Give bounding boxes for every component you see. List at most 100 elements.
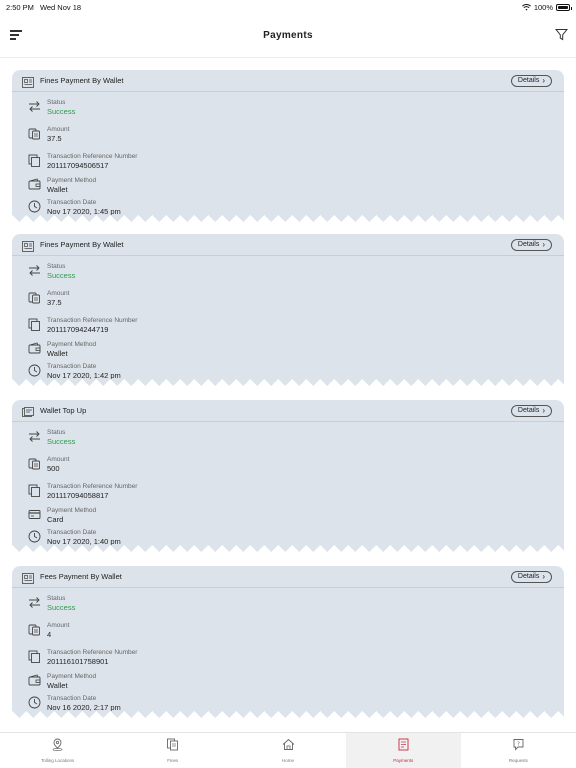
payments-list[interactable]: Fines Payment By Wallet Details › Status… xyxy=(0,58,576,732)
reference-row: Transaction Reference Number 20111709405… xyxy=(28,482,137,500)
transfer-arrows-icon xyxy=(28,100,41,113)
payment-title: Fines Payment By Wallet xyxy=(40,76,124,85)
payment-title: Wallet Top Up xyxy=(40,406,87,415)
amount-label: Amount xyxy=(47,622,70,629)
transfer-arrows-icon xyxy=(28,264,41,277)
details-button[interactable]: Details › xyxy=(510,570,552,583)
location-pin-icon xyxy=(51,738,64,756)
tab-tolling-locations[interactable]: Tolling Locations xyxy=(0,733,115,768)
home-icon xyxy=(282,738,295,756)
amount-value: 37.5 xyxy=(47,298,62,307)
battery-icon xyxy=(556,3,572,11)
method-value: Card xyxy=(47,515,64,524)
svg-text:?: ? xyxy=(517,742,520,748)
status-value: Success xyxy=(47,271,76,280)
tab-requests[interactable]: ? Requests xyxy=(461,733,576,768)
reference-value: 201116101758901 xyxy=(47,657,109,666)
filter-icon[interactable] xyxy=(555,28,568,41)
details-label: Details xyxy=(517,407,540,414)
status-label: Status xyxy=(47,99,66,106)
wallet-icon xyxy=(28,342,41,355)
status-label: Status xyxy=(47,429,66,436)
details-label: Details xyxy=(517,77,540,84)
tab-home[interactable]: Home xyxy=(230,733,345,768)
amount-value: 4 xyxy=(47,630,52,639)
wallet-icon xyxy=(28,178,41,191)
reference-label: Transaction Reference Number xyxy=(47,483,138,490)
chevron-right-icon: › xyxy=(542,405,545,415)
date-label: Transaction Date xyxy=(47,529,97,536)
reference-value: 201117094058817 xyxy=(47,491,109,500)
tab-label: Requests xyxy=(508,758,528,763)
details-button[interactable]: Details › xyxy=(510,74,552,87)
payment-card-header: Wallet Top Up Details › xyxy=(12,400,564,422)
transfer-arrows-icon xyxy=(28,430,41,443)
payment-card-header: Fines Payment By Wallet Details › xyxy=(12,70,564,92)
status-value: Success xyxy=(47,437,76,446)
status-bar: 2:50 PM Wed Nov 18 100% xyxy=(0,0,576,14)
reference-label: Transaction Reference Number xyxy=(47,317,138,324)
reference-row: Transaction Reference Number 20111709450… xyxy=(28,152,137,170)
fines-document-icon xyxy=(166,738,179,756)
method-label: Payment Method xyxy=(47,507,97,514)
requests-icon: ? xyxy=(512,738,525,756)
method-value: Wallet xyxy=(47,349,68,358)
nav-bar: Payments xyxy=(0,14,576,58)
reference-value: 201117094506517 xyxy=(47,161,109,170)
coins-icon xyxy=(28,127,41,140)
amount-row: Amount 4 xyxy=(28,621,69,639)
date-row: Transaction Date Nov 17 2020, 1:40 pm xyxy=(28,528,121,546)
status-row: Status Success xyxy=(28,98,75,116)
method-row: Payment Method Wallet xyxy=(28,672,96,690)
tab-label: Fines xyxy=(167,758,179,763)
details-button[interactable]: Details › xyxy=(510,404,552,417)
chevron-right-icon: › xyxy=(542,571,545,581)
tab-payments[interactable]: Payments xyxy=(345,733,461,768)
details-label: Details xyxy=(517,241,540,248)
reference-row: Transaction Reference Number 20111610175… xyxy=(28,648,137,666)
method-row: Payment Method Wallet xyxy=(28,176,96,194)
date-label: Transaction Date xyxy=(47,199,97,206)
status-row: Status Success xyxy=(28,428,75,446)
date-value: Nov 17 2020, 1:40 pm xyxy=(47,537,121,546)
tab-bar: Tolling Locations Fines Home Payments? R… xyxy=(0,732,576,768)
method-label: Payment Method xyxy=(47,341,97,348)
clock-icon xyxy=(28,696,41,709)
page-title: Payments xyxy=(263,30,313,41)
method-row: Payment Method Card xyxy=(28,506,96,524)
tab-label: Tolling Locations xyxy=(40,758,75,763)
payment-card[interactable]: Wallet Top Up Details › Status Success A… xyxy=(12,400,564,552)
receipt-icon xyxy=(22,239,34,252)
clock-icon xyxy=(28,364,41,377)
wallet-icon xyxy=(28,674,41,687)
status-row: Status Success xyxy=(28,262,75,280)
clock-icon xyxy=(28,530,41,543)
payments-icon xyxy=(397,738,410,756)
coins-icon xyxy=(28,623,41,636)
amount-label: Amount xyxy=(47,290,70,297)
tab-fines[interactable]: Fines xyxy=(115,733,230,768)
details-button[interactable]: Details › xyxy=(510,238,552,251)
tab-label: Payments xyxy=(393,758,414,763)
amount-value: 37.5 xyxy=(47,134,62,143)
method-row: Payment Method Wallet xyxy=(28,340,96,358)
payment-card[interactable]: Fines Payment By Wallet Details › Status… xyxy=(12,70,564,222)
date-row: Transaction Date Nov 17 2020, 1:45 pm xyxy=(28,198,121,216)
tab-label: Home xyxy=(282,758,295,763)
method-label: Payment Method xyxy=(47,177,97,184)
payment-card[interactable]: Fees Payment By Wallet Details › Status … xyxy=(12,566,564,718)
status-value: Success xyxy=(47,107,76,116)
payment-title: Fines Payment By Wallet xyxy=(40,240,124,249)
payment-card[interactable]: Fines Payment By Wallet Details › Status… xyxy=(12,234,564,386)
date-label: Transaction Date xyxy=(47,363,97,370)
wallet-top-up-icon xyxy=(22,405,34,417)
menu-button[interactable] xyxy=(10,30,22,40)
amount-label: Amount xyxy=(47,126,70,133)
receipt-icon xyxy=(22,571,34,584)
date-value: Nov 17 2020, 1:42 pm xyxy=(47,371,121,380)
chevron-right-icon: › xyxy=(542,239,545,249)
amount-row: Amount 37.5 xyxy=(28,289,69,307)
reference-label: Transaction Reference Number xyxy=(47,649,138,656)
coins-icon xyxy=(28,457,41,470)
method-value: Wallet xyxy=(47,185,68,194)
